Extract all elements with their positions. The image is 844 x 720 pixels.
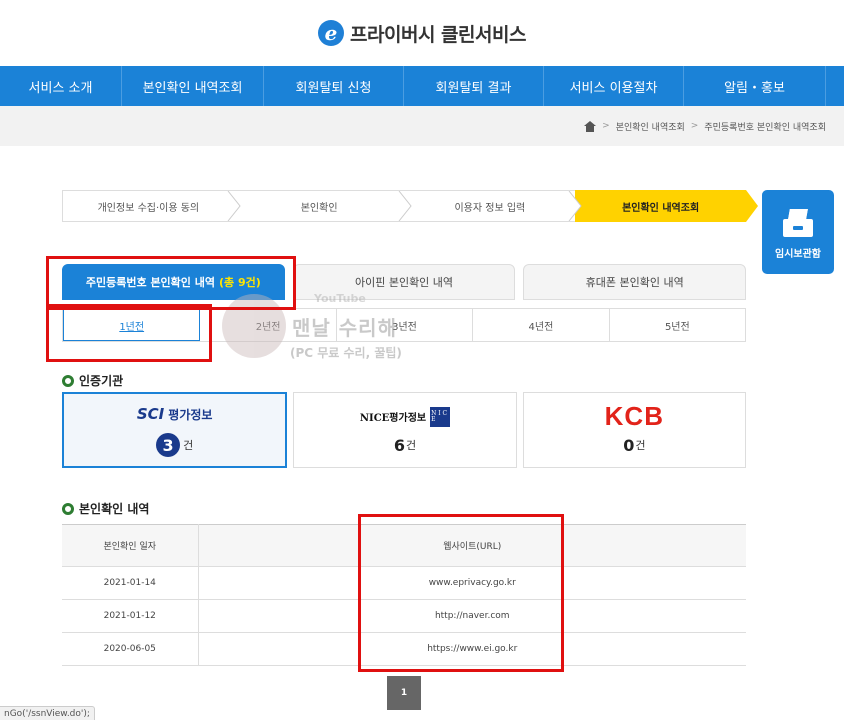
breadcrumb-item[interactable]: 본인확인 내역조회 — [616, 120, 685, 133]
site-header: e 프라이버시 클린서비스 — [0, 0, 844, 66]
temp-storage-label: 임시보관함 — [775, 248, 821, 260]
agency-count-unit: 건 — [183, 439, 194, 452]
cell-date: 2021-01-12 — [62, 599, 199, 633]
nav-item-withdrawal-request[interactable]: 회원탈퇴 신청 — [264, 66, 404, 106]
nice-logo-box: N I C E — [430, 406, 451, 427]
breadcrumb: > 본인확인 내역조회 > 주민등록번호 본인확인 내역조회 — [0, 106, 844, 146]
agency-count-value: 3 — [156, 433, 181, 457]
kcb-logo-text: KCB — [604, 401, 664, 431]
agency-count-value: 0 — [623, 435, 635, 455]
sci-logo: SCI 평가정보 — [137, 403, 213, 425]
cell-date: 2020-06-05 — [62, 632, 199, 666]
section-title: 본인확인 내역 — [79, 502, 150, 516]
step-label: 본인확인 — [300, 202, 338, 214]
step-user-info: 이용자 정보 입력 — [404, 190, 582, 222]
home-icon[interactable] — [584, 120, 597, 132]
drawer-icon — [781, 205, 815, 239]
step-label: 본인확인 내역조회 — [622, 202, 700, 214]
nav-item-notice-pr[interactable]: 알림・홍보 — [684, 66, 826, 106]
history-section-heading: 본인확인 내역 — [62, 500, 149, 517]
tab-mobile-history[interactable]: 휴대폰 본인확인 내역 — [523, 264, 747, 300]
agency-card-nice[interactable]: NICE평가정보 N I C E 6 건 — [293, 392, 517, 468]
step-verification: 본인확인 — [233, 190, 412, 222]
step-active-arrow-icon — [746, 190, 758, 222]
pagination-page-1[interactable]: 1 — [387, 676, 421, 710]
col-header-date: 본인확인 일자 — [62, 524, 199, 567]
tab-year-4[interactable]: 4년전 — [473, 309, 610, 341]
main-nav: 서비스 소개 본인확인 내역조회 회원탈퇴 신청 회원탈퇴 결과 서비스 이용절… — [0, 66, 844, 106]
agency-count-unit: 건 — [635, 439, 646, 452]
section-title: 인증기관 — [79, 374, 124, 388]
nav-item-service-procedure[interactable]: 서비스 이용절차 — [544, 66, 684, 106]
temp-storage-button[interactable]: 임시보관함 — [762, 190, 834, 274]
progress-steps: 개인정보 수집·이용 동의 본인확인 이용자 정보 입력 본인확인 내역조회 — [62, 190, 758, 222]
sci-logo-mark: SCI — [136, 405, 165, 423]
nav-item-service-intro[interactable]: 서비스 소개 — [0, 66, 122, 106]
step-consent: 개인정보 수집·이용 동의 — [62, 190, 241, 222]
annotation-box-url — [358, 514, 564, 672]
agency-count-value: 6 — [393, 435, 405, 455]
tab-year-5[interactable]: 5년전 — [610, 309, 745, 341]
section-bullet-icon — [62, 502, 74, 515]
tab-label: 휴대폰 본인확인 내역 — [585, 276, 684, 289]
agency-count-unit: 건 — [406, 439, 417, 452]
sci-logo-text: 평가정보 — [168, 407, 213, 422]
kcb-logo: KCB — [605, 401, 664, 431]
agency-card-kcb[interactable]: KCB 0 건 — [522, 392, 746, 468]
cell-date: 2021-01-14 — [62, 566, 199, 600]
step-label: 이용자 정보 입력 — [454, 202, 526, 214]
agency-count: 0 건 — [623, 436, 645, 455]
nav-item-verification-history[interactable]: 본인확인 내역조회 — [122, 66, 264, 106]
site-title[interactable]: 프라이버시 클린서비스 — [350, 20, 526, 47]
annotation-box-year — [46, 304, 212, 362]
step-chevron-icon — [398, 191, 412, 221]
step-chevron-icon — [568, 191, 582, 221]
agency-count: 3 건 — [156, 433, 193, 457]
watermark-title: 맨날 수리해 — [292, 316, 397, 340]
breadcrumb-item-current: 주민등록번호 본인확인 내역조회 — [704, 122, 826, 133]
breadcrumb-separator: > — [602, 121, 610, 131]
agency-count: 6 건 — [394, 436, 416, 455]
agency-section-heading: 인증기관 — [62, 372, 123, 389]
browser-status-bar: nGo('/ssnView.do'); — [0, 706, 95, 720]
agency-cards: SCI 평가정보 3 건 NICE평가정보 N I C E 6 건 KCB 0 … — [62, 392, 746, 468]
site-logo-icon[interactable]: e — [318, 20, 345, 46]
breadcrumb-separator: > — [690, 121, 699, 131]
step-history-current: 본인확인 내역조회 — [575, 190, 758, 222]
nav-item-withdrawal-result[interactable]: 회원탈퇴 결과 — [404, 66, 544, 106]
step-label: 개인정보 수집·이용 동의 — [97, 202, 200, 214]
watermark-subtitle: (PC 무료 수리, 꿀팁) — [290, 346, 402, 360]
nav-overflow — [826, 66, 844, 106]
nice-logo: NICE평가정보 N I C E — [359, 406, 451, 428]
watermark-youtube-label: YouTube — [314, 292, 366, 305]
step-chevron-icon — [227, 191, 241, 221]
annotation-box-tab — [46, 256, 296, 310]
section-bullet-icon — [62, 374, 74, 387]
nice-logo-text: NICE평가정보 — [359, 413, 427, 424]
tab-label: 아이핀 본인확인 내역 — [354, 276, 454, 289]
agency-card-sci[interactable]: SCI 평가정보 3 건 — [62, 392, 288, 468]
